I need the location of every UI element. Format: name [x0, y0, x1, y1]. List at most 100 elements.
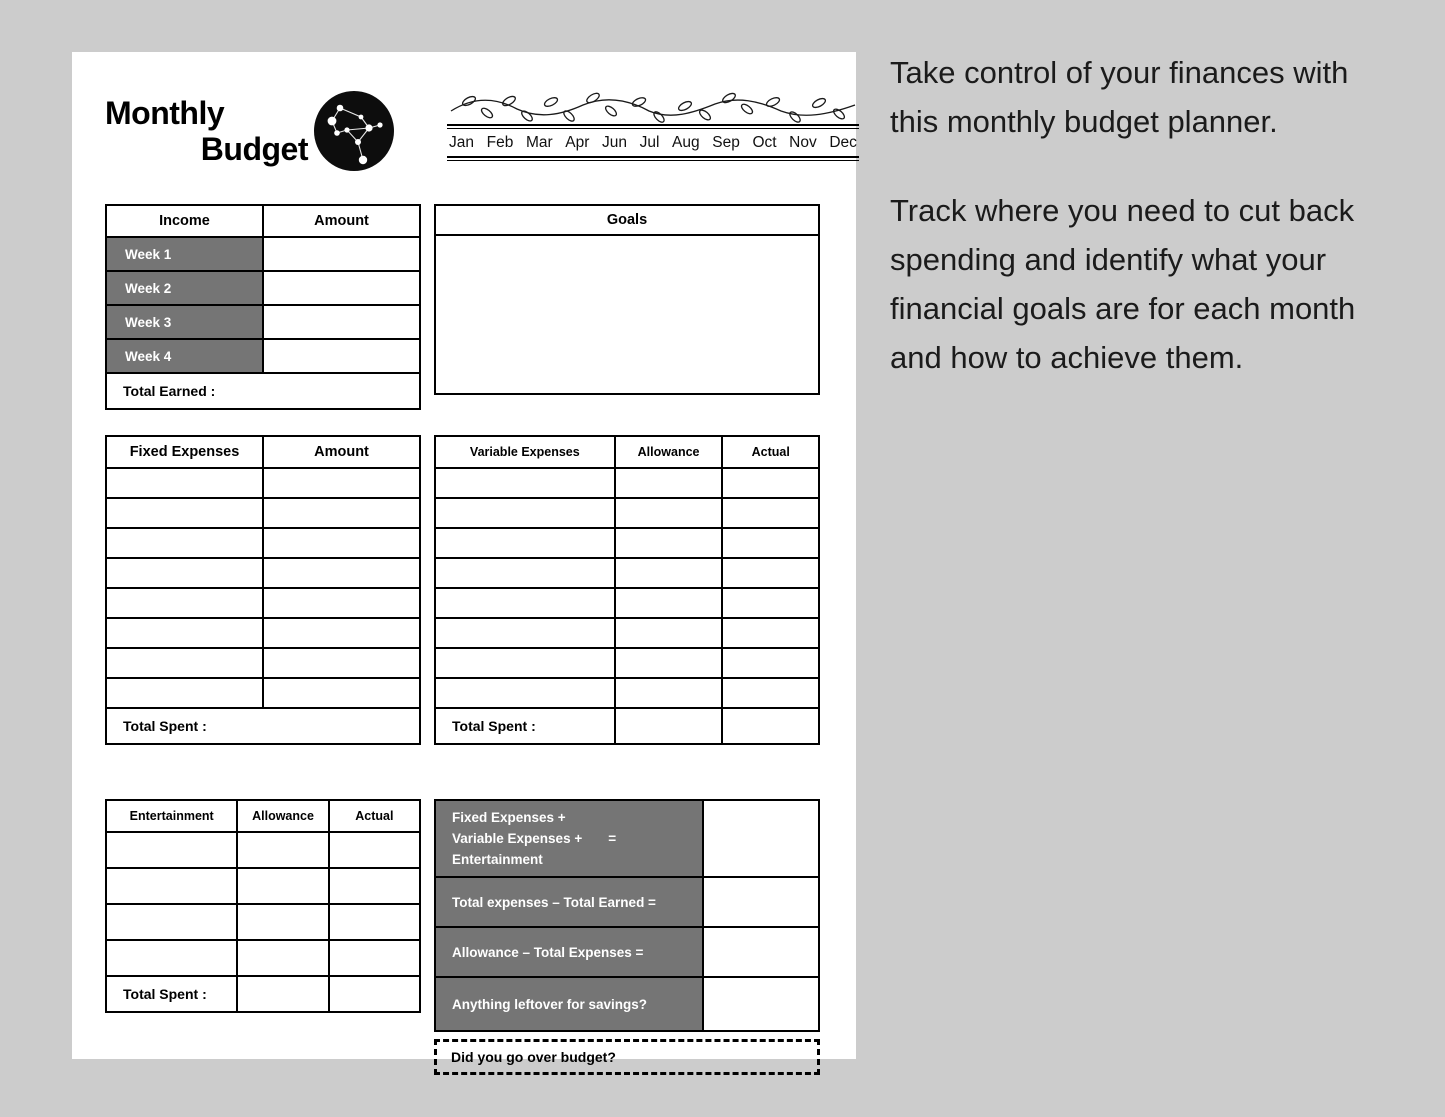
month-jan[interactable]: Jan: [449, 134, 474, 152]
fixed-expense-name[interactable]: [107, 469, 262, 497]
table-row: [107, 469, 419, 497]
variable-expense-allowance[interactable]: [615, 529, 722, 557]
entertainment-name[interactable]: [107, 833, 237, 867]
fixed-expense-amount[interactable]: [264, 499, 419, 527]
variable-expense-actual[interactable]: [723, 679, 818, 707]
fixed-expense-name[interactable]: [107, 499, 262, 527]
variable-expense-actual[interactable]: [723, 469, 818, 497]
variable-expense-name[interactable]: [436, 649, 614, 677]
variable-expense-actual[interactable]: [723, 649, 818, 677]
variable-expense-actual[interactable]: [723, 499, 818, 527]
months-row[interactable]: Jan Feb Mar Apr Jun Jul Aug Sep Oct Nov …: [447, 129, 859, 156]
table-row: [436, 619, 818, 647]
summary-row-expenses-minus-earned: Total expenses – Total Earned =: [436, 878, 818, 926]
variable-expenses-total-row: Total Spent :: [436, 709, 818, 743]
variable-expenses-header-row: Variable Expenses Allowance Actual: [436, 437, 818, 467]
entertainment-allowance[interactable]: [238, 905, 328, 939]
income-week-4-amount[interactable]: [264, 340, 419, 372]
total-expenses-formula-label: Fixed Expenses + Variable Expenses + = E…: [436, 801, 702, 876]
variable-expense-allowance[interactable]: [615, 589, 722, 617]
income-week-1-amount[interactable]: [264, 238, 419, 270]
variable-expense-actual[interactable]: [723, 589, 818, 617]
variable-expenses-header-allowance: Allowance: [615, 437, 722, 467]
entertainment-actual[interactable]: [329, 941, 419, 975]
allowance-minus-expenses-value[interactable]: [704, 928, 818, 976]
entertainment-total-spent-label: Total Spent :: [107, 977, 237, 1011]
fixed-expense-amount[interactable]: [264, 469, 419, 497]
income-header-row: Income Amount: [107, 206, 419, 236]
entertainment-name[interactable]: [107, 869, 237, 903]
variable-expenses-header-label: Variable Expenses: [436, 437, 614, 467]
fixed-expense-name[interactable]: [107, 649, 262, 677]
variable-total-actual[interactable]: [723, 709, 818, 743]
entertainment-name[interactable]: [107, 905, 237, 939]
table-row: [107, 679, 419, 707]
variable-expense-name[interactable]: [436, 619, 614, 647]
leftover-savings-value[interactable]: [704, 978, 818, 1030]
fixed-expense-name[interactable]: [107, 589, 262, 617]
variable-expense-allowance[interactable]: [615, 619, 722, 647]
entertainment-name[interactable]: [107, 941, 237, 975]
planner-title: Monthly Budget: [105, 95, 310, 167]
entertainment-header-label: Entertainment: [107, 801, 237, 831]
variable-expense-actual[interactable]: [723, 619, 818, 647]
total-expenses-value[interactable]: [704, 801, 818, 876]
variable-expense-actual[interactable]: [723, 529, 818, 557]
month-selector[interactable]: Jan Feb Mar Apr Jun Jul Aug Sep Oct Nov …: [447, 89, 859, 161]
fixed-expense-name[interactable]: [107, 679, 262, 707]
table-row: [436, 679, 818, 707]
month-mar[interactable]: Mar: [526, 134, 553, 152]
over-budget-box[interactable]: Did you go over budget?: [434, 1039, 820, 1075]
fixed-expense-name[interactable]: [107, 619, 262, 647]
variable-expense-name[interactable]: [436, 589, 614, 617]
variable-expense-allowance[interactable]: [615, 649, 722, 677]
fixed-total-spent-label[interactable]: Total Spent :: [107, 709, 419, 743]
entertainment-actual[interactable]: [329, 869, 419, 903]
month-jun[interactable]: Jun: [602, 134, 627, 152]
income-week-1-label: Week 1: [107, 238, 262, 270]
entertainment-allowance[interactable]: [238, 869, 328, 903]
income-week-3-amount[interactable]: [264, 306, 419, 338]
variable-expense-actual[interactable]: [723, 559, 818, 587]
entertainment-total-actual[interactable]: [329, 977, 419, 1011]
entertainment-actual[interactable]: [329, 905, 419, 939]
variable-expense-allowance[interactable]: [615, 559, 722, 587]
month-aug[interactable]: Aug: [672, 134, 700, 152]
fixed-expense-amount[interactable]: [264, 529, 419, 557]
variable-expense-name[interactable]: [436, 529, 614, 557]
fixed-expense-name[interactable]: [107, 559, 262, 587]
summary-row-total-expenses: Fixed Expenses + Variable Expenses + = E…: [436, 801, 818, 876]
variable-expense-allowance[interactable]: [615, 679, 722, 707]
fixed-expenses-table: Fixed Expenses Amount Total Spent :: [105, 435, 421, 745]
variable-expense-name[interactable]: [436, 559, 614, 587]
variable-expense-name[interactable]: [436, 679, 614, 707]
fixed-expense-amount[interactable]: [264, 649, 419, 677]
variable-expense-name[interactable]: [436, 469, 614, 497]
fixed-expense-amount[interactable]: [264, 559, 419, 587]
month-dec[interactable]: Dec: [829, 134, 857, 152]
month-sep[interactable]: Sep: [712, 134, 740, 152]
month-oct[interactable]: Oct: [752, 134, 776, 152]
income-week-2-amount[interactable]: [264, 272, 419, 304]
fixed-expense-amount[interactable]: [264, 619, 419, 647]
goals-writing-area[interactable]: [436, 236, 818, 393]
fixed-expense-name[interactable]: [107, 529, 262, 557]
variable-expense-allowance[interactable]: [615, 499, 722, 527]
month-feb[interactable]: Feb: [487, 134, 514, 152]
variable-total-allowance[interactable]: [615, 709, 722, 743]
fixed-expense-amount[interactable]: [264, 589, 419, 617]
month-jul[interactable]: Jul: [640, 134, 660, 152]
month-apr[interactable]: Apr: [565, 134, 589, 152]
entertainment-allowance[interactable]: [238, 941, 328, 975]
entertainment-actual[interactable]: [329, 833, 419, 867]
total-earned-label[interactable]: Total Earned :: [107, 374, 419, 408]
fixed-expense-amount[interactable]: [264, 679, 419, 707]
expenses-minus-earned-value[interactable]: [704, 878, 818, 926]
entertainment-total-allowance[interactable]: [238, 977, 328, 1011]
month-nov[interactable]: Nov: [789, 134, 817, 152]
entertainment-allowance[interactable]: [238, 833, 328, 867]
variable-expense-name[interactable]: [436, 499, 614, 527]
summary-row-leftover-savings: Anything leftover for savings?: [436, 978, 818, 1030]
variable-expense-allowance[interactable]: [615, 469, 722, 497]
table-row: [107, 833, 419, 867]
